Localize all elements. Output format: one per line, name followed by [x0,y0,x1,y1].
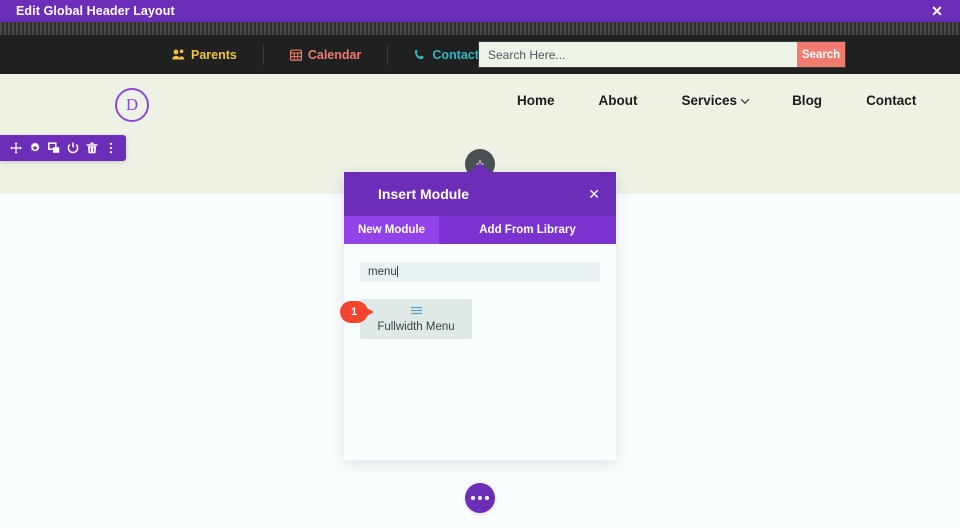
dot-icon [471,496,475,500]
nav-label: About [598,93,638,108]
module-results-grid: Fullwidth Menu [360,299,600,339]
module-search-input[interactable]: menu [360,262,600,282]
phone-icon [414,49,426,61]
main-navigation: Home About Services Blog Contact [495,93,938,108]
step-marker-1: 1 [340,301,380,323]
utility-link-parents[interactable]: Parents [146,45,263,65]
close-icon[interactable]: ✕ [588,187,600,201]
utility-link-label: Calendar [307,47,362,62]
tab-label: New Module [357,224,426,236]
tab-label: Add From Library [479,224,576,236]
module-tile-label: Fullwidth Menu [377,320,455,333]
tab-add-from-library[interactable]: Add From Library [439,216,616,244]
kebab-icon[interactable] [101,135,120,161]
marker-number: 1 [350,306,358,318]
utility-link-label: Parents [191,47,237,62]
close-icon[interactable]: ✕ [914,0,960,22]
logo-letter: D [125,95,139,114]
gear-icon[interactable] [25,135,44,161]
insert-module-dialog: Insert Module ✕ New Module Add From Libr… [344,163,616,460]
chevron-down-icon [740,94,750,104]
search-button[interactable]: Search [797,42,845,67]
dot-icon [485,496,489,500]
nav-label: Blog [792,93,823,108]
nav-item-about[interactable]: About [577,93,660,108]
nav-item-blog[interactable]: Blog [770,93,844,108]
more-options-button[interactable] [465,483,495,513]
text-caret [396,266,398,277]
window-titlebar: Edit Global Header Layout ✕ [0,0,960,22]
move-icon[interactable] [6,135,25,161]
module-search-value: menu [368,266,397,278]
ribbed-divider [0,22,960,35]
divi-builder-screen: Edit Global Header Layout ✕ Parents Cale… [0,0,960,527]
nav-label: Contact [866,93,917,108]
duplicate-icon[interactable] [44,135,63,161]
dialog-tabs: New Module Add From Library [344,216,616,244]
dialog-title: Insert Module [378,186,470,202]
dot-icon [478,496,482,500]
nav-item-services[interactable]: Services [660,93,771,108]
dialog-pointer-arrow [468,163,492,173]
site-logo[interactable]: D [115,88,149,122]
header-search: Search [478,41,846,68]
nav-item-home[interactable]: Home [495,93,577,108]
window-title: Edit Global Header Layout [16,4,175,18]
nav-label: Home [517,93,555,108]
nav-item-contact[interactable]: Contact [844,93,938,108]
utility-links: Parents Calendar Contact Us [146,44,524,65]
trash-icon[interactable] [82,135,101,161]
power-icon[interactable] [63,135,82,161]
nav-label: Services [681,93,738,108]
menu-lines-icon [410,306,423,318]
tab-new-module[interactable]: New Module [344,216,439,244]
dialog-body: menu Fullwidth Menu [344,244,616,460]
utility-link-calendar[interactable]: Calendar [264,45,388,65]
users-icon [172,49,185,60]
module-action-toolbar [0,135,126,161]
calendar-icon [289,49,302,61]
marker-bubble: 1 [340,301,368,323]
search-input[interactable] [479,42,797,67]
dialog-header: Insert Module ✕ [344,172,616,216]
